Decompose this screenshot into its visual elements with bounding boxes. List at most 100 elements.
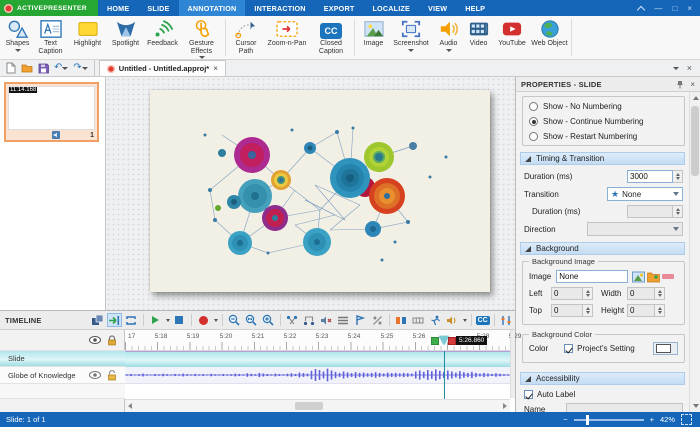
zoom-n-pan-button[interactable]: Zoom-n-Pan xyxy=(263,17,311,58)
range-end-marker[interactable] xyxy=(448,337,456,345)
rows-icon[interactable] xyxy=(336,313,351,327)
scroll-up-icon[interactable] xyxy=(692,96,699,100)
save-icon[interactable] xyxy=(38,63,49,74)
properties-close-icon[interactable]: × xyxy=(690,80,695,89)
remove-image-button[interactable] xyxy=(662,274,675,279)
tab-close-icon[interactable]: × xyxy=(213,64,218,73)
record-dropdown-icon[interactable] xyxy=(213,318,218,322)
audio-tools-dropdown-icon[interactable] xyxy=(462,318,467,322)
menu-view[interactable]: VIEW xyxy=(419,0,456,16)
slide-track-bar[interactable] xyxy=(125,351,510,367)
highlight-button[interactable]: Highlight xyxy=(68,17,107,58)
audio-tools-icon[interactable] xyxy=(445,313,460,327)
radio-icon[interactable] xyxy=(529,102,538,111)
insert-marker-icon[interactable] xyxy=(353,313,368,327)
youtube-button[interactable]: YouTube xyxy=(493,17,531,58)
radio-icon[interactable] xyxy=(529,132,538,141)
scroll-left-icon[interactable] xyxy=(128,403,132,409)
section-background[interactable]: Background xyxy=(520,242,685,255)
new-file-icon[interactable] xyxy=(6,62,16,74)
section-timing-transition[interactable]: Timing & Transition xyxy=(520,152,685,165)
screenshot-dropdown-icon[interactable] xyxy=(408,48,414,52)
scrollbar-thumb[interactable] xyxy=(691,106,699,176)
layers-icon[interactable] xyxy=(90,313,105,327)
import-image-button[interactable] xyxy=(647,271,661,283)
gesture-effects-dropdown-icon[interactable] xyxy=(198,56,205,60)
fit-to-window-icon[interactable] xyxy=(681,414,692,425)
track-name-globe[interactable]: Globe of Knowledge xyxy=(0,367,125,384)
playback-rate-icon[interactable] xyxy=(370,313,385,327)
image-button[interactable]: Image xyxy=(358,17,389,58)
join-icon[interactable] xyxy=(302,313,317,327)
ribbon-collapse-icon[interactable] xyxy=(672,67,679,70)
menu-slide[interactable]: SLIDE xyxy=(138,0,178,16)
close-button[interactable]: × xyxy=(687,4,692,13)
section-accessibility[interactable]: Accessibility xyxy=(520,372,685,385)
play-dropdown-icon[interactable] xyxy=(165,318,170,322)
radio-icon[interactable] xyxy=(529,117,538,126)
video-button[interactable]: Video xyxy=(464,17,493,58)
undo-button[interactable]: ↶ xyxy=(54,63,69,73)
lock-all-tracks-icon[interactable] xyxy=(107,334,117,346)
show-all-tracks-eye-icon[interactable] xyxy=(89,336,101,344)
audio-button[interactable]: Audio xyxy=(433,17,464,58)
web-object-button[interactable]: Web Object xyxy=(531,17,568,58)
zoom-slider-thumb[interactable] xyxy=(585,414,589,425)
timeline-cc-button[interactable]: CC xyxy=(475,315,490,325)
menu-annotation[interactable]: ANNOTATION xyxy=(178,0,246,16)
mute-icon[interactable] xyxy=(319,313,334,327)
split-icon[interactable] xyxy=(285,313,300,327)
pane-close-icon[interactable]: × xyxy=(687,63,692,73)
menu-help[interactable]: HELP xyxy=(456,0,494,16)
scroll-down-icon[interactable] xyxy=(692,404,699,408)
menu-interaction[interactable]: INTERACTION xyxy=(245,0,314,16)
undo-dropdown-icon[interactable] xyxy=(62,67,69,70)
hscrollbar-thumb[interactable] xyxy=(295,402,323,410)
open-folder-icon[interactable] xyxy=(21,63,33,73)
properties-scrollbar[interactable] xyxy=(689,92,700,412)
spotlight-button[interactable]: Spotlight xyxy=(107,17,144,58)
stop-button[interactable] xyxy=(172,313,187,327)
minimize-button[interactable]: — xyxy=(654,4,662,13)
track-eye-icon[interactable] xyxy=(89,371,101,379)
color-swatch-dropdown[interactable] xyxy=(653,342,678,355)
zoom-slider[interactable] xyxy=(573,414,644,425)
radio-no-numbering[interactable]: Show - No Numbering xyxy=(523,99,684,114)
loop-icon[interactable] xyxy=(124,313,139,327)
zoom-in-icon[interactable] xyxy=(261,313,276,327)
record-button[interactable] xyxy=(196,313,211,327)
menu-export[interactable]: EXPORT xyxy=(315,0,364,16)
zoom-out-icon[interactable] xyxy=(227,313,242,327)
zoom-fit-icon[interactable] xyxy=(244,313,259,327)
canvas-area[interactable] xyxy=(106,77,515,310)
feedback-button[interactable]: Feedback xyxy=(144,17,181,58)
collapse-window-icon[interactable] xyxy=(637,5,646,14)
frames-icon[interactable] xyxy=(411,313,426,327)
text-caption-button[interactable]: Text Caption xyxy=(33,17,68,58)
cut-icon[interactable] xyxy=(394,313,409,327)
closed-caption-button[interactable]: CC Closed Caption xyxy=(311,17,351,58)
menu-localize[interactable]: LOCALIZE xyxy=(363,0,419,16)
maximize-button[interactable]: □ xyxy=(672,4,677,13)
image-input[interactable] xyxy=(556,270,629,283)
project-setting-checkbox[interactable] xyxy=(564,344,574,353)
timeline-vscrollbar[interactable] xyxy=(510,330,515,398)
duration-input[interactable] xyxy=(627,170,673,183)
shapes-button[interactable]: Shapes xyxy=(2,17,33,58)
document-tab[interactable]: Untitled - Untitled.approj* × xyxy=(98,60,226,76)
audio-dropdown-icon[interactable] xyxy=(445,48,452,52)
auto-label-checkbox[interactable] xyxy=(524,390,533,399)
play-button[interactable] xyxy=(148,313,163,327)
pin-icon[interactable] xyxy=(676,80,684,89)
gesture-effects-button[interactable]: Gesture Effects xyxy=(181,17,222,60)
radio-restart-numbering[interactable]: Show - Restart Numbering xyxy=(523,129,684,144)
slide-thumbnail[interactable]: 11:14.168 1 xyxy=(4,82,99,142)
screenshot-button[interactable]: Screenshot xyxy=(389,17,433,58)
track-name-slide[interactable]: Slide xyxy=(0,351,125,367)
app-logo[interactable]: ACTIVEPRESENTER xyxy=(0,0,98,16)
settings-sliders-icon[interactable] xyxy=(499,313,514,327)
scroll-right-icon[interactable] xyxy=(503,403,507,409)
auto-scroll-toggle[interactable] xyxy=(106,313,122,327)
redo-dropdown-icon[interactable] xyxy=(81,67,88,70)
transition-dropdown[interactable]: ★ None xyxy=(607,187,683,201)
